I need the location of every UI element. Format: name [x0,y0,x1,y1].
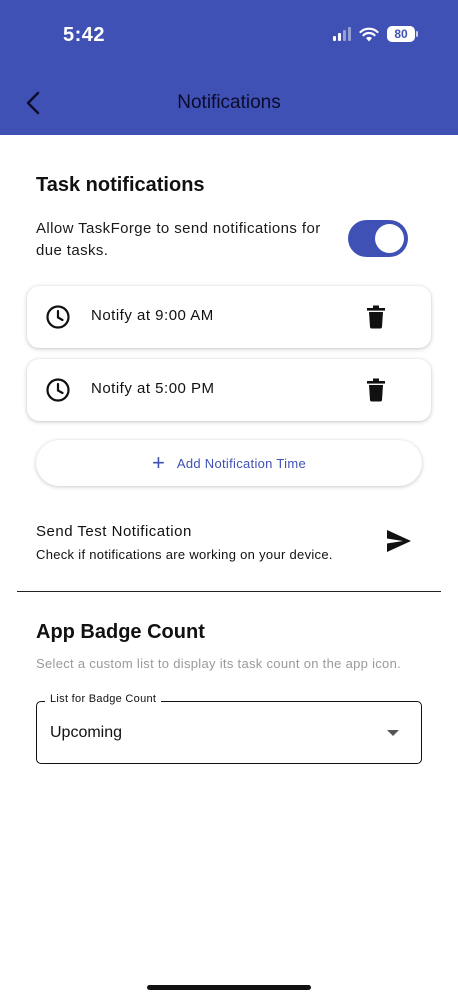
caret-down-icon [387,730,399,736]
delete-icon[interactable] [366,305,386,329]
delete-icon[interactable] [366,378,386,402]
notification-time-label: Notify at 5:00 PM [91,380,215,397]
notifications-toggle[interactable] [348,220,408,257]
send-test-notification-subtitle: Check if notifications are working on yo… [36,547,333,562]
battery-level: 80 [387,26,415,42]
page-title: Notifications [177,92,281,113]
home-indicator[interactable] [147,985,311,990]
cellular-signal-icon [333,27,351,41]
add-notification-time-label: Add Notification Time [176,455,306,471]
notification-time-card[interactable]: Notify at 9:00 AM [27,286,431,348]
allow-notifications-text: Allow TaskForge to send notifications fo… [36,220,321,259]
send-icon[interactable] [386,529,412,553]
badge-list-select-label: List for Badge Count [45,693,162,705]
wifi-icon [359,27,379,41]
section-divider [17,591,441,592]
notification-time-label: Notify at 9:00 AM [91,307,214,324]
toggle-knob [375,224,404,253]
app-badge-count-heading: App Badge Count [36,621,205,643]
app-badge-description: Select a custom list to display its task… [36,656,402,671]
clock-icon [46,305,70,329]
add-notification-time-button[interactable]: + Add Notification Time [36,440,422,486]
status-icons: 80 [333,26,418,42]
status-time: 5:42 [63,24,106,46]
battery-icon: 80 [387,26,418,42]
badge-list-select-value: Upcoming [50,724,123,741]
plus-icon: + [152,450,165,475]
clock-icon [46,378,70,402]
app-header: 5:42 80 Notifications [0,0,458,135]
badge-list-select[interactable]: List for Badge Count Upcoming [36,693,422,764]
task-notifications-heading: Task notifications [36,174,205,196]
send-test-notification-title: Send Test Notification [36,523,192,540]
notification-time-card[interactable]: Notify at 5:00 PM [27,359,431,421]
